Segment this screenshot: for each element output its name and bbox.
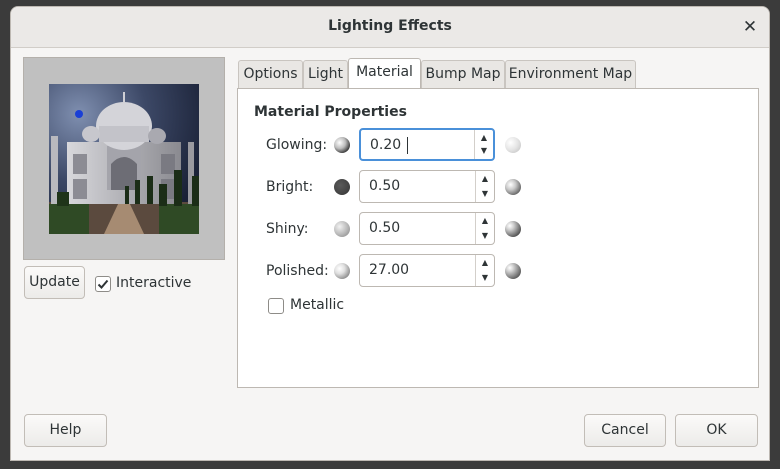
shiny-low-sphere-icon (334, 221, 350, 237)
lighting-effects-dialog: Lighting Effects ✕ Update Interactive Op… (10, 6, 770, 461)
tab-material[interactable]: Material (348, 58, 421, 89)
polished-label: Polished: (266, 263, 329, 279)
help-button[interactable]: Help (24, 414, 107, 447)
metallic-checkbox[interactable] (268, 298, 284, 314)
chevron-up-icon[interactable]: ▲ (476, 255, 494, 271)
shiny-high-sphere-icon (505, 221, 521, 237)
material-page: Material Properties Glowing: 0.20 ▲ ▼ Br… (237, 88, 759, 388)
title-bar: Lighting Effects ✕ (11, 7, 769, 48)
metallic-label: Metallic (290, 297, 345, 313)
bright-high-sphere-icon (505, 179, 521, 195)
tab-bump-map[interactable]: Bump Map (421, 60, 505, 88)
bright-label: Bright: (266, 179, 314, 195)
cancel-button[interactable]: Cancel (584, 414, 666, 447)
checkmark-icon (97, 279, 109, 289)
material-properties-heading: Material Properties (254, 104, 407, 120)
text-caret (407, 137, 408, 154)
preview-image[interactable] (49, 84, 199, 234)
close-icon[interactable]: ✕ (739, 16, 761, 38)
bright-value: 0.50 (369, 178, 401, 194)
glowing-value: 0.20 (370, 137, 402, 153)
chevron-up-icon[interactable]: ▲ (476, 213, 494, 229)
dialog-title: Lighting Effects (328, 18, 452, 34)
glowing-high-sphere-icon (505, 137, 521, 153)
light-position-handle[interactable] (75, 110, 83, 118)
polished-low-sphere-icon (334, 263, 350, 279)
preview-frame (23, 57, 225, 260)
chevron-down-icon[interactable]: ▼ (476, 228, 494, 244)
polished-spinbutton[interactable]: 27.00 ▲ ▼ (359, 254, 495, 287)
interactive-label: Interactive (116, 275, 192, 291)
ok-button[interactable]: OK (675, 414, 758, 447)
update-button[interactable]: Update (24, 266, 85, 299)
chevron-down-icon[interactable]: ▼ (476, 186, 494, 202)
polished-value: 27.00 (369, 262, 410, 278)
tab-environment-map[interactable]: Environment Map (505, 60, 636, 88)
bright-low-sphere-icon (334, 179, 350, 195)
chevron-down-icon[interactable]: ▼ (476, 270, 494, 286)
glowing-low-sphere-icon (334, 137, 350, 153)
glowing-label: Glowing: (266, 137, 328, 153)
shiny-value: 0.50 (369, 220, 401, 236)
chevron-up-icon[interactable]: ▲ (476, 171, 494, 187)
chevron-down-icon[interactable]: ▼ (475, 143, 493, 159)
shiny-label: Shiny: (266, 221, 309, 237)
taj-mahal-preview (49, 84, 199, 234)
shiny-spinbutton[interactable]: 0.50 ▲ ▼ (359, 212, 495, 245)
tab-options[interactable]: Options (238, 60, 303, 88)
bright-spinbutton[interactable]: 0.50 ▲ ▼ (359, 170, 495, 203)
polished-high-sphere-icon (505, 263, 521, 279)
glowing-spinbutton[interactable]: 0.20 ▲ ▼ (359, 128, 495, 161)
interactive-checkbox[interactable] (95, 276, 111, 292)
tab-light[interactable]: Light (303, 60, 348, 88)
